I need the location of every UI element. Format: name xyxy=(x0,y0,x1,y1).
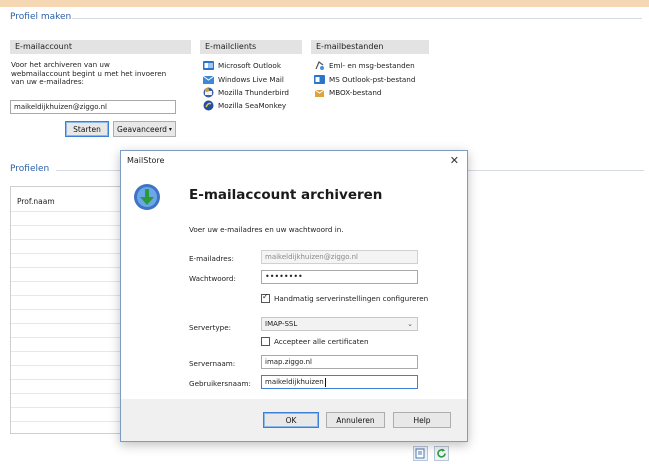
panel-header-emailclients: E-mailclients xyxy=(200,40,302,54)
table-row[interactable] xyxy=(11,267,122,268)
pst-file-icon xyxy=(314,74,325,84)
table-row[interactable] xyxy=(11,337,122,338)
column-header-profile-name[interactable]: Prof.naam xyxy=(17,197,55,206)
checkbox-unchecked-icon[interactable] xyxy=(261,337,270,346)
eml-msg-icon xyxy=(315,60,324,70)
chevron-down-icon: ⌄ xyxy=(407,320,413,328)
table-row[interactable] xyxy=(11,281,122,282)
table-row[interactable] xyxy=(11,225,122,226)
text-cursor xyxy=(324,377,326,387)
archive-download-icon xyxy=(134,184,160,210)
dropdown-arrow-icon: ▾ xyxy=(168,125,172,133)
refresh-button[interactable] xyxy=(434,446,449,461)
list-item-thunderbird[interactable]: Mozilla Thunderbird xyxy=(203,86,289,98)
panel-header-emailaccount: E-mailaccount xyxy=(10,40,191,54)
windows-live-mail-icon xyxy=(203,75,214,84)
properties-button[interactable] xyxy=(413,446,428,461)
table-row[interactable] xyxy=(11,379,122,380)
section-title-profiel-maken: Profiel maken xyxy=(10,12,72,22)
list-item-eml-msg[interactable]: Eml- en msg-bestanden xyxy=(314,59,415,71)
list-item-outlook[interactable]: Microsoft Outlook xyxy=(203,59,281,71)
checkbox-checked-icon[interactable] xyxy=(261,292,270,303)
table-row[interactable] xyxy=(11,309,122,310)
table-row[interactable] xyxy=(11,393,122,394)
emailaccount-description: Voor het archiveren van uw webmailaccoun… xyxy=(11,60,167,86)
dialog-titlebar: MailStore ✕ xyxy=(121,151,467,172)
username-label: Gebruikersnaam: xyxy=(189,379,251,388)
top-banner-strip xyxy=(0,0,649,7)
mailstore-dialog: MailStore ✕ E-mailaccount archiveren Voe… xyxy=(120,150,468,442)
list-item-pst[interactable]: MS Outlook-pst-bestand xyxy=(314,73,415,85)
table-row[interactable] xyxy=(11,365,122,366)
list-item-seamonkey[interactable]: Mozilla SeaMonkey xyxy=(203,99,286,111)
manual-config-checkbox[interactable]: Handmatig serverinstellingen configurere… xyxy=(261,292,428,303)
servername-label: Servernaam: xyxy=(189,359,236,368)
servertype-label: Servertype: xyxy=(189,323,232,332)
start-button[interactable]: Starten xyxy=(65,121,109,137)
section-divider xyxy=(468,170,644,171)
section-title-profielen: Profielen xyxy=(10,164,50,174)
password-field[interactable]: •••••••• xyxy=(261,270,418,284)
servername-field[interactable]: imap.ziggo.nl xyxy=(261,355,418,369)
section-divider xyxy=(72,18,642,19)
table-row[interactable] xyxy=(11,421,122,422)
ok-button[interactable]: OK xyxy=(263,412,319,428)
dialog-heading: E-mailaccount archiveren xyxy=(189,187,383,203)
properties-icon xyxy=(415,448,425,459)
table-row[interactable] xyxy=(11,323,122,324)
section-divider xyxy=(56,170,120,171)
email-label: E-mailadres: xyxy=(189,254,234,263)
accept-certificates-checkbox[interactable]: Accepteer alle certificaten xyxy=(261,337,369,346)
help-button[interactable]: Help xyxy=(393,412,451,428)
list-item-mbox[interactable]: MBOX-bestand xyxy=(314,86,381,98)
dialog-footer: OK Annuleren Help xyxy=(121,399,467,441)
servertype-select[interactable]: IMAP-SSL ⌄ xyxy=(261,317,418,331)
table-row[interactable] xyxy=(11,407,122,408)
panel-header-emailbestanden: E-mailbestanden xyxy=(311,40,429,54)
advanced-button[interactable]: Geavanceerd ▾ xyxy=(113,121,176,137)
email-input[interactable]: maikeldijkhuizen@ziggo.nl xyxy=(10,100,176,114)
outlook-icon xyxy=(203,60,214,70)
dialog-window-title: MailStore xyxy=(127,156,165,165)
cancel-button[interactable]: Annuleren xyxy=(326,412,385,428)
dialog-email-field[interactable]: maikeldijkhuizen@ziggo.nl xyxy=(261,250,418,264)
refresh-icon xyxy=(437,448,446,458)
thunderbird-icon xyxy=(203,87,214,97)
table-row[interactable] xyxy=(11,295,122,296)
table-row[interactable] xyxy=(11,351,122,352)
list-item-windows-live-mail[interactable]: Windows Live Mail xyxy=(203,73,284,85)
username-field[interactable]: maikeldijkhuizen xyxy=(261,375,418,389)
mbox-file-icon xyxy=(314,89,325,97)
close-icon[interactable]: ✕ xyxy=(450,154,459,167)
password-label: Wachtwoord: xyxy=(189,274,236,283)
table-row[interactable] xyxy=(11,239,122,240)
dialog-intro: Voer uw e-mailadres en uw wachtwoord in. xyxy=(189,225,344,234)
table-row[interactable] xyxy=(11,253,122,254)
seamonkey-icon xyxy=(203,100,214,110)
table-row[interactable] xyxy=(11,211,122,212)
